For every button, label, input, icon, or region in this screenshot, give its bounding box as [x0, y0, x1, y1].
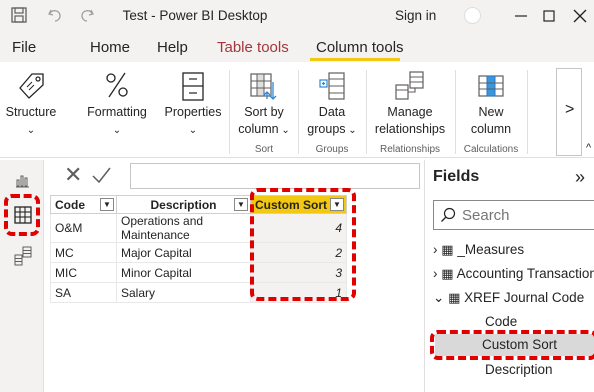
chevron-down-icon: ⌄ — [345, 125, 357, 136]
formula-bar: ✕ — [50, 162, 420, 190]
properties-label: Properties — [164, 105, 222, 119]
ribbon-divider — [455, 70, 456, 154]
column-header-label: Code — [55, 197, 85, 212]
chevron-right-icon: › — [433, 242, 438, 257]
table-icon: ▦ — [441, 266, 454, 281]
tab-column-tools[interactable]: Column tools — [316, 39, 404, 56]
search-icon — [440, 207, 456, 223]
window-title: Test - Power BI Desktop — [122, 8, 268, 23]
structure-label: Structure — [5, 105, 57, 119]
relationships-label: relationships — [374, 122, 446, 136]
ribbon-group-relationships: Relationships — [379, 144, 441, 155]
fields-title: Fields — [433, 168, 480, 185]
manage-relationships-icon — [393, 70, 427, 102]
groups-label: groups — [307, 122, 346, 136]
cell-code[interactable]: SA — [50, 282, 117, 303]
sort-by-label: Sort by — [244, 105, 284, 119]
fields-search-box[interactable] — [433, 200, 594, 230]
properties-icon — [178, 70, 208, 102]
chevron-down-icon: ⌄ — [433, 290, 445, 305]
field-table-label: XREF Journal Code — [464, 290, 585, 305]
cell-code[interactable]: O&M — [50, 213, 117, 243]
ribbon-divider — [229, 70, 230, 154]
menu-bar: File Home Help Table tools Column tools — [0, 32, 594, 62]
ribbon-group-calculations: Calculations — [463, 144, 519, 155]
ribbon-divider — [527, 70, 528, 154]
ribbon-group-sort: Sort — [254, 144, 274, 155]
chevron-down-icon: ⌄ — [278, 125, 290, 136]
field-table-label: _Measures — [457, 242, 525, 257]
field-table-measures[interactable]: › ▦ _Measures — [433, 242, 524, 258]
ribbon-divider — [298, 70, 299, 154]
collapse-pane-icon[interactable]: » — [575, 167, 585, 188]
sign-in-link[interactable]: Sign in — [395, 8, 436, 23]
active-tab-indicator — [310, 58, 400, 61]
tab-help[interactable]: Help — [157, 39, 188, 56]
column-label: column — [470, 122, 512, 136]
new-label: New — [478, 105, 504, 119]
model-view-icon[interactable] — [14, 246, 32, 266]
chevron-down-icon: ⌄ — [26, 125, 36, 136]
filter-dropdown-icon[interactable]: ▼ — [234, 198, 248, 211]
chevron-right-icon: > — [565, 101, 575, 118]
filter-dropdown-icon[interactable]: ▼ — [100, 198, 114, 211]
column-header-label: Description — [150, 197, 217, 212]
formula-input[interactable] — [130, 163, 420, 189]
ribbon-scroll-right-button[interactable]: > — [556, 68, 582, 156]
cell-description[interactable]: Major Capital — [116, 242, 251, 263]
title-bar: Test - Power BI Desktop Sign in — [0, 0, 594, 32]
sort-by-column-icon — [248, 70, 280, 102]
cell-code[interactable]: MC — [50, 242, 117, 263]
avatar[interactable] — [464, 7, 481, 24]
field-table-label: Accounting Transactions — [456, 266, 594, 281]
column-header-code[interactable]: Code ▼ — [50, 195, 117, 214]
chevron-down-icon: ⌄ — [188, 125, 198, 136]
tab-home[interactable]: Home — [90, 39, 130, 56]
close-icon[interactable] — [568, 4, 592, 28]
field-table-accounting-transactions[interactable]: › ▦ Accounting Transactions — [433, 266, 594, 282]
data-label: Data — [318, 105, 346, 119]
field-table-xref-journal-code[interactable]: ⌄ ▦ XREF Journal Code — [433, 290, 584, 306]
tab-table-tools[interactable]: Table tools — [217, 39, 289, 56]
fields-search-input[interactable] — [462, 205, 592, 225]
sort-column-label: column — [238, 122, 279, 136]
ribbon-group-groups: Groups — [315, 144, 349, 155]
highlight-custom-sort-field — [430, 330, 594, 360]
cell-description[interactable]: Salary — [116, 282, 251, 303]
column-header-description[interactable]: Description ▼ — [116, 195, 251, 214]
highlight-custom-sort-column — [250, 188, 356, 301]
data-groups-icon — [317, 70, 347, 102]
collapse-ribbon-icon[interactable]: ^ — [586, 142, 591, 154]
ribbon: Structure ⌄ Formatting ⌄ Properties ⌄ Sort … — [0, 62, 594, 158]
table-icon: ▦ — [448, 290, 461, 305]
commit-formula-icon[interactable] — [90, 164, 112, 186]
new-column-icon — [476, 70, 506, 102]
cancel-formula-icon[interactable]: ✕ — [64, 162, 82, 188]
percent-icon — [102, 68, 132, 100]
cell-code[interactable]: MIC — [50, 262, 117, 283]
cell-description[interactable]: Minor Capital — [116, 262, 251, 283]
field-column-description[interactable]: Description — [485, 362, 553, 377]
properties-button[interactable]: Properties ⌄ — [160, 62, 226, 158]
maximize-icon[interactable] — [537, 4, 561, 28]
field-column-code[interactable]: Code — [485, 314, 517, 329]
tab-file[interactable]: File — [12, 39, 36, 56]
chevron-down-icon: ⌄ — [112, 125, 122, 136]
structure-button[interactable]: Structure ⌄ — [0, 62, 62, 158]
formatting-button[interactable]: Formatting ⌄ — [82, 62, 152, 158]
highlight-data-view — [4, 194, 40, 236]
cell-description[interactable]: Operations and Maintenance — [116, 213, 251, 243]
report-view-icon[interactable] — [14, 172, 30, 188]
minimize-icon[interactable] — [509, 4, 533, 28]
table-icon: ▦ — [441, 242, 454, 257]
structure-icon — [16, 70, 46, 100]
ribbon-divider — [366, 70, 367, 154]
manage-label: Manage — [387, 105, 433, 119]
chevron-right-icon: › — [433, 266, 438, 281]
formatting-label: Formatting — [87, 105, 147, 119]
